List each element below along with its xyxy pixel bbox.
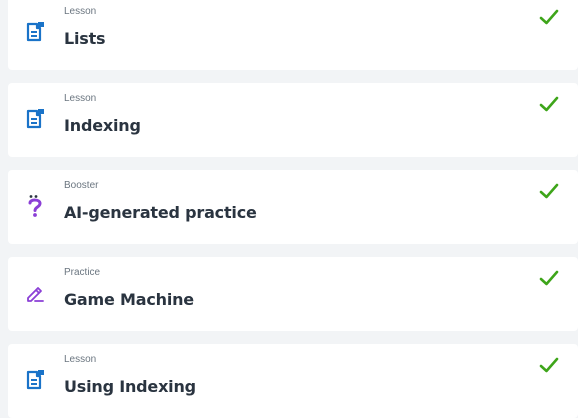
item-title: Indexing [64,116,141,135]
lesson-card-indexing[interactable]: Lesson Indexing [8,83,578,157]
practice-card-game-machine[interactable]: Practice Game Machine [8,257,578,331]
item-type-label: Lesson [64,6,97,17]
item-title: Game Machine [64,290,194,309]
pencil-icon [24,281,46,305]
lesson-card-using-indexing[interactable]: Lesson Using Indexing [8,344,578,418]
checkmark-icon [538,6,560,28]
checkmark-icon [538,93,560,115]
item-type-label: Practice [64,267,101,278]
item-type-label: Booster [64,180,99,191]
checkmark-icon [538,180,560,202]
item-type-label: Lesson [64,354,97,365]
item-title: Lists [64,29,106,48]
question-icon [24,194,46,218]
checkmark-icon [538,267,560,289]
item-title: AI-generated practice [64,203,257,222]
item-title: Using Indexing [64,377,196,396]
lesson-icon [24,107,46,131]
item-type-label: Lesson [64,93,97,104]
lesson-icon [24,20,46,44]
booster-card-ai-practice[interactable]: Booster AI-generated practice [8,170,578,244]
lesson-icon [24,368,46,392]
lesson-card-lists[interactable]: Lesson Lists [8,0,578,70]
checkmark-icon [538,354,560,376]
